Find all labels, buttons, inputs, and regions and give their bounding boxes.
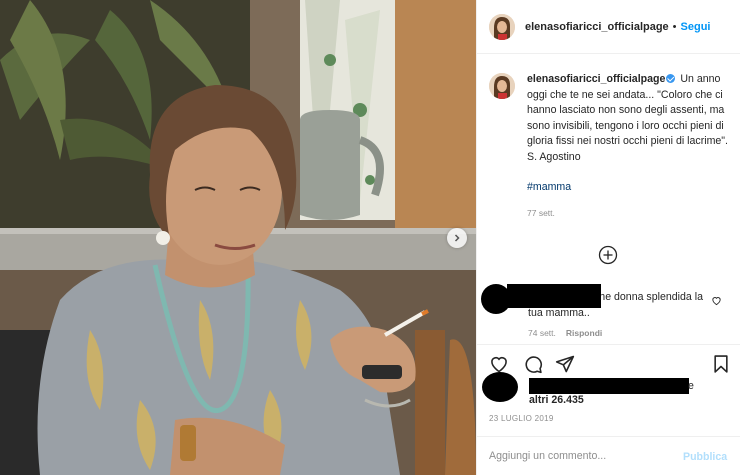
comment-username-redacted bbox=[507, 284, 601, 308]
share-icon[interactable] bbox=[555, 354, 575, 374]
verified-badge-icon bbox=[666, 74, 676, 83]
caption-timestamp: 77 sett. bbox=[527, 207, 555, 218]
comment-timestamp: 74 sett. bbox=[528, 328, 556, 338]
reply-button[interactable]: Rispondi bbox=[566, 328, 602, 338]
header-separator: • bbox=[672, 20, 677, 33]
caption-username-link[interactable]: elenasofiaricci_officialpage bbox=[527, 73, 665, 85]
heart-icon[interactable] bbox=[489, 354, 509, 374]
author-avatar[interactable] bbox=[489, 13, 515, 40]
comment-meta: 74 sett. Rispondi bbox=[528, 328, 602, 338]
post-photo-artwork bbox=[0, 0, 476, 475]
post-photo[interactable] bbox=[0, 0, 476, 475]
avatar-image bbox=[489, 13, 515, 40]
likes-summary[interactable]: e altri 26.435 bbox=[477, 372, 740, 408]
likes-conjunction: e bbox=[688, 380, 694, 392]
follow-button[interactable]: Segui bbox=[681, 21, 711, 33]
publish-button[interactable]: Pubblica bbox=[683, 451, 727, 463]
comment-like-heart-icon[interactable] bbox=[711, 295, 722, 306]
caption-text: Un anno oggi che te ne sei andata... "Co… bbox=[527, 73, 729, 163]
comment-item: che donna splendida la tua mamma.. 74 se… bbox=[477, 282, 740, 344]
load-more-comments-button[interactable] bbox=[598, 245, 618, 265]
carousel-next-button[interactable] bbox=[447, 228, 467, 248]
post-viewer: elenasofiaricci_officialpage • Segui ele… bbox=[0, 0, 740, 475]
author-username-link[interactable]: elenasofiaricci_officialpage bbox=[525, 21, 669, 33]
bookmark-icon[interactable] bbox=[711, 354, 731, 374]
post-caption: elenasofiaricci_officialpage Un anno ogg… bbox=[489, 72, 729, 221]
chevron-right-icon bbox=[454, 234, 460, 242]
post-header: elenasofiaricci_officialpage • Segui bbox=[477, 0, 740, 54]
liker-username-redacted bbox=[529, 378, 689, 394]
caption-body: elenasofiaricci_officialpage Un anno ogg… bbox=[527, 72, 729, 221]
add-circle-icon bbox=[598, 245, 618, 265]
comment-icon[interactable] bbox=[523, 354, 543, 374]
avatar-image bbox=[489, 73, 515, 99]
add-comment-bar: Pubblica bbox=[477, 436, 740, 475]
likes-count[interactable]: altri 26.435 bbox=[529, 394, 584, 406]
post-date: 23 LUGLIO 2019 bbox=[489, 414, 554, 423]
caption-avatar[interactable] bbox=[489, 73, 515, 99]
hashtag-link[interactable]: #mamma bbox=[527, 180, 729, 196]
post-sidebar: elenasofiaricci_officialpage • Segui ele… bbox=[476, 0, 740, 475]
comment-input[interactable] bbox=[489, 446, 669, 466]
liker-avatar-redacted bbox=[482, 372, 518, 402]
